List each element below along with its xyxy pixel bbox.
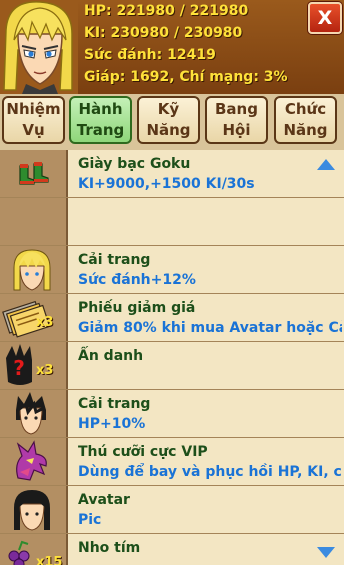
item-text: Ẩn danh bbox=[78, 346, 342, 386]
item-name: Cải trang bbox=[78, 396, 151, 412]
item-text bbox=[78, 202, 342, 242]
item-description: Dùng để bay và phục hồi HP, KI, chỉ bbox=[78, 464, 342, 480]
item-icon-cell bbox=[0, 486, 68, 533]
item-name: Nho tím bbox=[78, 540, 141, 556]
anonymous-icon: ? bbox=[6, 344, 32, 385]
tab-label: Hành bbox=[78, 100, 123, 118]
hp-stat: HP: 221980 / 221980 bbox=[84, 3, 249, 19]
tab-label: Trang bbox=[76, 121, 125, 139]
item-text: Nho tím bbox=[78, 538, 342, 565]
inventory-item-row[interactable]: Thú cưỡi cực VIP Dùng để bay và phục hồi… bbox=[0, 438, 344, 486]
inventory-item-row[interactable]: Cải trang HP+10% bbox=[0, 390, 344, 438]
item-text: Thú cưỡi cực VIP Dùng để bay và phục hồi… bbox=[78, 442, 342, 482]
item-description: KI+9000,+1500 KI/30s bbox=[78, 176, 255, 192]
android-18-face-icon bbox=[0, 0, 78, 94]
tab-bar: Nhiệm Vụ Hành Trang Kỹ Năng Bang Hội Chứ… bbox=[0, 94, 344, 150]
player-header: HP: 221980 / 221980 KI: 230980 / 230980 … bbox=[0, 0, 344, 96]
close-icon: X bbox=[317, 7, 333, 29]
discount-ticket-icon bbox=[2, 300, 51, 338]
scroll-up-icon[interactable] bbox=[317, 159, 335, 170]
item-quantity: x3 bbox=[36, 363, 54, 378]
item-icon-cell: ? x3 bbox=[0, 342, 68, 389]
player-stats: HP: 221980 / 221980 KI: 230980 / 230980 … bbox=[84, 0, 304, 88]
tab-label: Vụ bbox=[22, 121, 45, 139]
item-text: Cải trang Sức đánh+12% bbox=[78, 250, 342, 290]
inventory-item-row[interactable]: Giày bạc Goku KI+9000,+1500 KI/30s bbox=[0, 150, 344, 198]
tab-label: Kỹ bbox=[157, 100, 180, 118]
item-description bbox=[78, 558, 342, 565]
item-name bbox=[78, 202, 342, 222]
inventory-list[interactable]: Giày bạc Goku KI+9000,+1500 KI/30s Cải t… bbox=[0, 150, 344, 565]
inventory-item-row[interactable]: Cải trang Sức đánh+12% bbox=[0, 246, 344, 294]
goku-boots-icon bbox=[19, 162, 49, 185]
item-icon-cell bbox=[0, 390, 68, 437]
item-icon-cell bbox=[0, 150, 68, 197]
item-icon-cell bbox=[0, 246, 68, 293]
inventory-item-row[interactable] bbox=[0, 198, 344, 246]
inventory-item-row[interactable]: Avatar Pic bbox=[0, 486, 344, 534]
item-name: Cải trang bbox=[78, 252, 151, 268]
item-description: HP+10% bbox=[78, 416, 146, 432]
android-17-avatar-icon bbox=[14, 490, 50, 531]
item-text: Phiếu giảm giá Giảm 80% khi mua Avatar h… bbox=[78, 298, 342, 338]
power-stat: Sức đánh: 12419 bbox=[84, 47, 216, 63]
android-18-costume-icon bbox=[13, 249, 51, 291]
tab-clan[interactable]: Bang Hội bbox=[205, 96, 268, 144]
item-name: Thú cưỡi cực VIP bbox=[78, 444, 208, 460]
inventory-item-row[interactable]: ? x3 Ẩn danh bbox=[0, 342, 344, 390]
item-name: Ẩn danh bbox=[78, 348, 144, 364]
item-description: Pic bbox=[78, 512, 102, 528]
tab-inventory[interactable]: Hành Trang bbox=[69, 96, 132, 144]
tab-label: Bang bbox=[215, 100, 258, 118]
item-name: Avatar bbox=[78, 492, 130, 508]
tab-label: Hội bbox=[222, 121, 251, 139]
tab-label: Năng bbox=[146, 121, 191, 139]
tab-label: Nhiệm bbox=[6, 100, 61, 118]
scroll-down-icon[interactable] bbox=[317, 547, 335, 558]
item-icon-cell: x15 bbox=[0, 534, 68, 565]
item-description bbox=[78, 366, 342, 386]
inventory-item-row[interactable]: x15 Nho tím bbox=[0, 534, 344, 565]
player-avatar[interactable] bbox=[0, 0, 78, 94]
item-quantity: x3 bbox=[36, 315, 54, 330]
item-icon-cell bbox=[0, 198, 68, 245]
item-description bbox=[78, 222, 342, 242]
item-text: Cải trang HP+10% bbox=[78, 394, 342, 434]
svg-text:?: ? bbox=[13, 356, 25, 380]
vip-dragon-mount-icon bbox=[16, 440, 47, 481]
item-description: Giảm 80% khi mua Avatar hoặc Cải bbox=[78, 320, 342, 336]
item-name: Giày bạc Goku bbox=[78, 156, 191, 172]
tab-functions[interactable]: Chức Năng bbox=[274, 96, 337, 144]
tab-skills[interactable]: Kỹ Năng bbox=[137, 96, 200, 144]
item-icon-cell: x3 bbox=[0, 294, 68, 341]
item-quantity: x15 bbox=[36, 555, 63, 565]
item-text: Giày bạc Goku KI+9000,+1500 KI/30s bbox=[78, 154, 342, 194]
item-name: Phiếu giảm giá bbox=[78, 300, 196, 316]
item-icon-cell bbox=[0, 438, 68, 485]
close-button[interactable]: X bbox=[308, 2, 342, 34]
item-description: Sức đánh+12% bbox=[78, 272, 196, 288]
item-text: Avatar Pic bbox=[78, 490, 342, 530]
tab-missions[interactable]: Nhiệm Vụ bbox=[2, 96, 65, 144]
tab-label: Năng bbox=[283, 121, 328, 139]
inventory-item-row[interactable]: x3 Phiếu giảm giá Giảm 80% khi mua Avata… bbox=[0, 294, 344, 342]
armor-crit-stat: Giáp: 1692, Chí mạng: 3% bbox=[84, 69, 288, 85]
tab-label: Chức bbox=[284, 100, 327, 118]
ki-stat: KI: 230980 / 230980 bbox=[84, 25, 243, 41]
hair-costume-icon bbox=[16, 392, 46, 435]
